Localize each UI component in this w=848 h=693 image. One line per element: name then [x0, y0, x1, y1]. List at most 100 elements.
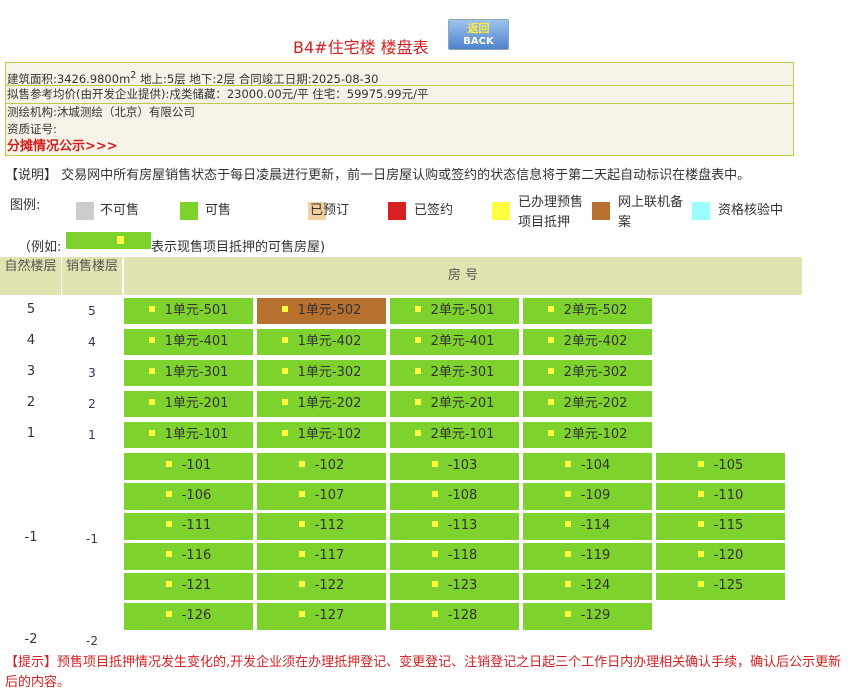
- room-cell[interactable]: -126: [124, 603, 253, 630]
- room-cell[interactable]: 1单元-202: [257, 391, 386, 417]
- notice-text: 【说明】 交易网中所有房屋销售状态于每日凌晨进行更新，前一日房屋认购或签约的状态…: [5, 168, 751, 183]
- mortgage-dot-icon: [564, 610, 571, 617]
- room-cell[interactable]: 2单元-501: [390, 298, 519, 324]
- room-number: -101: [181, 458, 212, 473]
- room-cell[interactable]: 1单元-302: [257, 360, 386, 386]
- room-number: 2单元-301: [430, 365, 495, 380]
- room-cell[interactable]: -109: [523, 483, 652, 510]
- back-button[interactable]: 返回 BACK: [448, 19, 509, 50]
- room-cell[interactable]: -105: [656, 453, 785, 480]
- mortgage-dot-icon: [431, 610, 438, 617]
- room-cell[interactable]: -127: [257, 603, 386, 630]
- room-cell[interactable]: 1单元-501: [124, 298, 253, 324]
- room-cell[interactable]: 2单元-102: [523, 422, 652, 448]
- room-cell[interactable]: -121: [124, 573, 253, 600]
- room-cell[interactable]: 2单元-402: [523, 329, 652, 355]
- room-number: 1单元-502: [297, 303, 362, 318]
- room-cell[interactable]: 2单元-502: [523, 298, 652, 324]
- room-cell[interactable]: 1单元-301: [124, 360, 253, 386]
- room-number: -125: [713, 578, 744, 593]
- room-cell[interactable]: 1单元-201: [124, 391, 253, 417]
- room-cell[interactable]: -129: [523, 603, 652, 630]
- room-cell[interactable]: -103: [390, 453, 519, 480]
- room-cell[interactable]: 1单元-102: [257, 422, 386, 448]
- legend-label: 网上联机备案: [618, 195, 684, 230]
- info-price-line: 拟售参考均价(由开发企业提供):戍类储藏：23000.00元/平 住宅：5997…: [6, 86, 793, 104]
- room-cell[interactable]: -108: [390, 483, 519, 510]
- room-cell[interactable]: -120: [656, 543, 785, 570]
- mortgage-dot-icon: [697, 490, 704, 497]
- room-number: -102: [314, 458, 345, 473]
- room-cell[interactable]: -112: [257, 513, 386, 540]
- room-number: -122: [314, 578, 345, 593]
- room-cell[interactable]: -113: [390, 513, 519, 540]
- mortgage-dot-icon: [298, 610, 305, 617]
- room-cell[interactable]: 1单元-502: [257, 298, 386, 324]
- mortgage-dot-icon: [148, 305, 155, 312]
- room-cell[interactable]: -125: [656, 573, 785, 600]
- room-cell[interactable]: -123: [390, 573, 519, 600]
- mortgage-dot-icon: [281, 305, 288, 312]
- room-cell[interactable]: 2单元-302: [523, 360, 652, 386]
- room-number: -119: [580, 548, 611, 563]
- room-number: -115: [713, 518, 744, 533]
- room-cell[interactable]: -124: [523, 573, 652, 600]
- room-cell[interactable]: -118: [390, 543, 519, 570]
- mortgage-dot-icon: [117, 236, 124, 244]
- room-cell[interactable]: -107: [257, 483, 386, 510]
- header-sale-floor: 销售楼层: [62, 257, 122, 295]
- tip-text: 【提示】预售项目抵押情况发生变化的,开发企业须在办理抵押登记、变更登记、注销登记…: [5, 655, 842, 690]
- room-cell[interactable]: -104: [523, 453, 652, 480]
- room-number: 2单元-202: [563, 396, 628, 411]
- room-cell[interactable]: 2单元-201: [390, 391, 519, 417]
- mortgage-dot-icon: [165, 610, 172, 617]
- room-cell[interactable]: 1单元-401: [124, 329, 253, 355]
- mortgage-dot-icon: [547, 305, 554, 312]
- room-number: -129: [580, 608, 611, 623]
- mortgage-dot-icon: [298, 580, 305, 587]
- room-number: 2单元-302: [563, 365, 628, 380]
- mortgage-dot-icon: [298, 490, 305, 497]
- room-cell[interactable]: 1单元-101: [124, 422, 253, 448]
- room-cell[interactable]: -114: [523, 513, 652, 540]
- room-cell[interactable]: -115: [656, 513, 785, 540]
- room-number: 1单元-102: [297, 427, 362, 442]
- room-cell[interactable]: -101: [124, 453, 253, 480]
- room-cell[interactable]: -119: [523, 543, 652, 570]
- mortgage-dot-icon: [564, 520, 571, 527]
- room-number: -123: [447, 578, 478, 593]
- mortgage-dot-icon: [281, 336, 288, 343]
- room-cell[interactable]: 2单元-101: [390, 422, 519, 448]
- room-cell[interactable]: 1单元-402: [257, 329, 386, 355]
- mortgage-dot-icon: [697, 520, 704, 527]
- info-surveyor-line: 测绘机构:沐城测绘（北京）有限公司: [7, 105, 195, 119]
- allocation-link[interactable]: 分摊情况公示>>>: [6, 138, 793, 155]
- room-cell[interactable]: 2单元-301: [390, 360, 519, 386]
- info-cert-line: 资质证号:: [7, 122, 57, 136]
- room-cell[interactable]: 2单元-401: [390, 329, 519, 355]
- room-cell[interactable]: -110: [656, 483, 785, 510]
- room-number: -104: [580, 458, 611, 473]
- room-cell[interactable]: -122: [257, 573, 386, 600]
- building-info-panel: 建筑面积:3426.9800m2 地上:5层 地下:2层 合同竣工日期:2025…: [5, 62, 794, 156]
- room-number: 1单元-402: [297, 334, 362, 349]
- mortgage-dot-icon: [564, 550, 571, 557]
- room-number: 1单元-101: [164, 427, 229, 442]
- room-cell[interactable]: -116: [124, 543, 253, 570]
- mortgage-dot-icon: [564, 580, 571, 587]
- room-cell[interactable]: 2单元-202: [523, 391, 652, 417]
- sale-floor: 1: [88, 428, 96, 442]
- room-cell[interactable]: -111: [124, 513, 253, 540]
- room-number: 2单元-401: [430, 334, 495, 349]
- example-suffix: 表示现售项目抵押的可售房屋): [151, 240, 326, 255]
- legend-swatch: [592, 202, 610, 220]
- legend-swatch: [388, 202, 406, 220]
- room-cell[interactable]: -117: [257, 543, 386, 570]
- room-cell[interactable]: -102: [257, 453, 386, 480]
- natural-floor: 1: [26, 426, 36, 441]
- room-cell[interactable]: -128: [390, 603, 519, 630]
- room-number: -118: [447, 548, 478, 563]
- mortgage-dot-icon: [431, 520, 438, 527]
- room-cell[interactable]: -106: [124, 483, 253, 510]
- mortgage-dot-icon: [281, 367, 288, 374]
